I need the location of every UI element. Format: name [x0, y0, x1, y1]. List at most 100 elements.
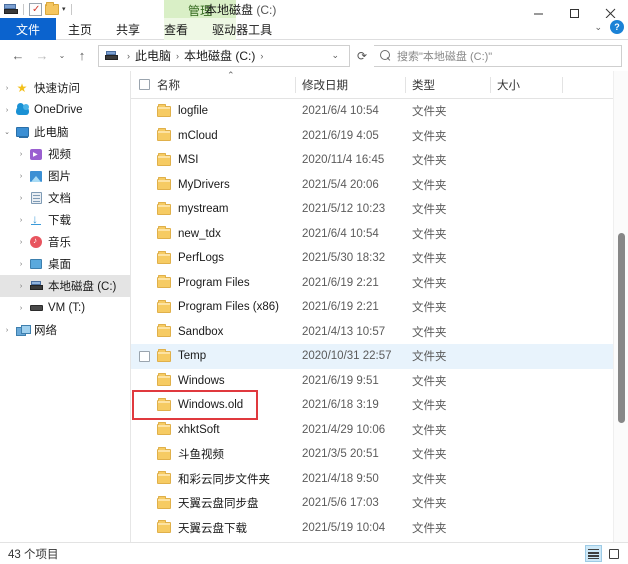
- table-row[interactable]: 斗鱼视频2021/3/5 20:51文件夹: [131, 442, 628, 467]
- sidebar-item-pictures[interactable]: › 图片: [0, 165, 130, 187]
- tiles-view-icon[interactable]: [605, 545, 622, 562]
- table-row[interactable]: 天翼云盘下载2021/5/19 10:04文件夹: [131, 516, 628, 541]
- column-header-type[interactable]: 类型: [406, 71, 491, 99]
- star-icon: ★: [14, 82, 30, 94]
- cell-date: 2020/11/4 16:45: [296, 148, 406, 173]
- up-button[interactable]: ↑: [70, 44, 94, 68]
- drive-icon[interactable]: [4, 4, 18, 15]
- cell-name: Windows.old: [131, 393, 296, 418]
- address-bar: ← → ⌄ ↑ › 此电脑 › 本地磁盘 (C:) › ⌄ ⟳ 搜索"本地磁盘 …: [0, 40, 628, 71]
- column-header-size[interactable]: 大小: [491, 71, 563, 99]
- chevron-right-icon[interactable]: ›: [0, 107, 14, 114]
- cell-size: [491, 418, 563, 443]
- cell-type: 文件夹: [406, 124, 491, 149]
- breadcrumb-separator-2[interactable]: ›: [255, 51, 268, 61]
- pictures-icon: [28, 171, 44, 182]
- chevron-right-icon[interactable]: ›: [0, 85, 14, 92]
- table-row[interactable]: mystream2021/5/12 10:23文件夹: [131, 197, 628, 222]
- chevron-right-icon[interactable]: ›: [14, 173, 28, 180]
- recent-locations-button[interactable]: ⌄: [54, 44, 70, 68]
- breadcrumb-separator-1[interactable]: ›: [171, 51, 184, 61]
- column-header-date[interactable]: 修改日期: [296, 71, 406, 99]
- properties-icon[interactable]: [29, 3, 42, 16]
- sidebar-item-videos[interactable]: › 视频: [0, 143, 130, 165]
- folder-icon: [157, 473, 171, 484]
- sidebar-item-documents[interactable]: › 文档: [0, 187, 130, 209]
- table-row[interactable]: 天翼云盘同步盘2021/5/6 17:03文件夹: [131, 491, 628, 516]
- file-name-label: MSI: [178, 154, 198, 166]
- details-view-icon[interactable]: [585, 545, 602, 562]
- breadcrumb-item-local-disk[interactable]: 本地磁盘 (C:): [184, 47, 255, 64]
- chevron-right-icon[interactable]: ›: [14, 283, 28, 290]
- chevron-down-icon[interactable]: ⌄: [594, 22, 602, 33]
- tab-home[interactable]: 主页: [56, 18, 104, 40]
- table-row[interactable]: mCloud2021/6/19 4:05文件夹: [131, 124, 628, 149]
- refresh-button[interactable]: ⟳: [350, 45, 374, 67]
- cloud-icon: [14, 106, 30, 115]
- help-icon[interactable]: ?: [610, 20, 624, 34]
- column-header-name[interactable]: 名称 ⌃: [131, 71, 296, 99]
- breadcrumb-separator-0[interactable]: ›: [122, 51, 135, 61]
- cell-size: [491, 467, 563, 492]
- file-name-label: PerfLogs: [178, 252, 224, 264]
- sidebar-item-label: 图片: [44, 168, 71, 184]
- chevron-right-icon[interactable]: ›: [14, 195, 28, 202]
- tab-file[interactable]: 文件: [0, 18, 56, 40]
- vertical-scrollbar[interactable]: [613, 71, 628, 542]
- breadcrumb-item-this-pc[interactable]: 此电脑: [135, 47, 171, 64]
- chevron-right-icon[interactable]: ›: [14, 239, 28, 246]
- sidebar-item-downloads[interactable]: › 下载: [0, 209, 130, 231]
- sidebar-item-vm-t[interactable]: › VM (T:): [0, 297, 130, 319]
- qat-more-caret-icon[interactable]: ▾: [62, 6, 66, 13]
- table-row[interactable]: new_tdx2021/6/4 10:54文件夹: [131, 222, 628, 247]
- sidebar-item-onedrive[interactable]: › OneDrive: [0, 99, 130, 121]
- tab-drive-tools[interactable]: 驱动器工具: [200, 18, 284, 40]
- breadcrumb-dropdown-icon[interactable]: ⌄: [325, 50, 345, 61]
- folder-icon: [157, 351, 171, 362]
- new-folder-icon[interactable]: [45, 4, 59, 15]
- sidebar-item-label: 视频: [44, 146, 71, 162]
- folder-icon: [157, 228, 171, 239]
- select-all-checkbox[interactable]: [139, 79, 150, 90]
- tab-view[interactable]: 查看: [152, 18, 200, 40]
- back-button[interactable]: ←: [6, 44, 30, 68]
- column-divider[interactable]: [562, 77, 563, 93]
- chevron-down-icon[interactable]: ⌄: [0, 128, 14, 136]
- pc-icon: [14, 127, 30, 137]
- table-row[interactable]: Program Files2021/6/19 2:21文件夹: [131, 271, 628, 296]
- scrollbar-thumb[interactable]: [618, 233, 625, 423]
- file-name-label: Program Files: [178, 277, 250, 289]
- table-row[interactable]: Windows2021/6/19 9:51文件夹: [131, 369, 628, 394]
- sidebar-item-quick-access[interactable]: › ★ 快速访问: [0, 77, 130, 99]
- tab-share[interactable]: 共享: [104, 18, 152, 40]
- cell-date: 2021/5/12 10:23: [296, 197, 406, 222]
- chevron-right-icon[interactable]: ›: [0, 327, 14, 334]
- table-row[interactable]: Windows.old2021/6/18 3:19文件夹: [131, 393, 628, 418]
- sidebar-item-desktop[interactable]: › 桌面: [0, 253, 130, 275]
- table-row[interactable]: logfile2021/6/4 10:54文件夹: [131, 99, 628, 124]
- table-row[interactable]: Program Files (x86)2021/6/19 2:21文件夹: [131, 295, 628, 320]
- table-row[interactable]: xhktSoft2021/4/29 10:06文件夹: [131, 418, 628, 443]
- chevron-right-icon[interactable]: ›: [14, 217, 28, 224]
- search-input[interactable]: 搜索"本地磁盘 (C:)": [374, 45, 622, 67]
- chevron-right-icon[interactable]: ›: [14, 261, 28, 268]
- table-row[interactable]: Temp2020/10/31 22:57文件夹: [131, 344, 628, 369]
- table-row[interactable]: 和彩云同步文件夹2021/4/18 9:50文件夹: [131, 467, 628, 492]
- chevron-right-icon[interactable]: ›: [14, 151, 28, 158]
- quick-access-toolbar: ▾: [0, 0, 74, 18]
- chevron-right-icon[interactable]: ›: [14, 305, 28, 312]
- cell-type: 文件夹: [406, 344, 491, 369]
- table-row[interactable]: MSI2020/11/4 16:45文件夹: [131, 148, 628, 173]
- table-row[interactable]: MyDrivers2021/5/4 20:06文件夹: [131, 173, 628, 198]
- sidebar-item-this-pc[interactable]: ⌄ 此电脑: [0, 121, 130, 143]
- table-row[interactable]: PerfLogs2021/5/30 18:32文件夹: [131, 246, 628, 271]
- table-row[interactable]: Sandbox2021/4/13 10:57文件夹: [131, 320, 628, 345]
- forward-button[interactable]: →: [30, 44, 54, 68]
- sidebar-item-network[interactable]: › 网络: [0, 319, 130, 341]
- sidebar-item-music[interactable]: › 音乐: [0, 231, 130, 253]
- cell-size: [491, 148, 563, 173]
- breadcrumb[interactable]: › 此电脑 › 本地磁盘 (C:) › ⌄: [98, 45, 350, 67]
- sidebar-item-local-disk-c[interactable]: › 本地磁盘 (C:): [0, 275, 130, 297]
- qat-divider-2: [71, 4, 72, 15]
- row-checkbox[interactable]: [139, 351, 150, 362]
